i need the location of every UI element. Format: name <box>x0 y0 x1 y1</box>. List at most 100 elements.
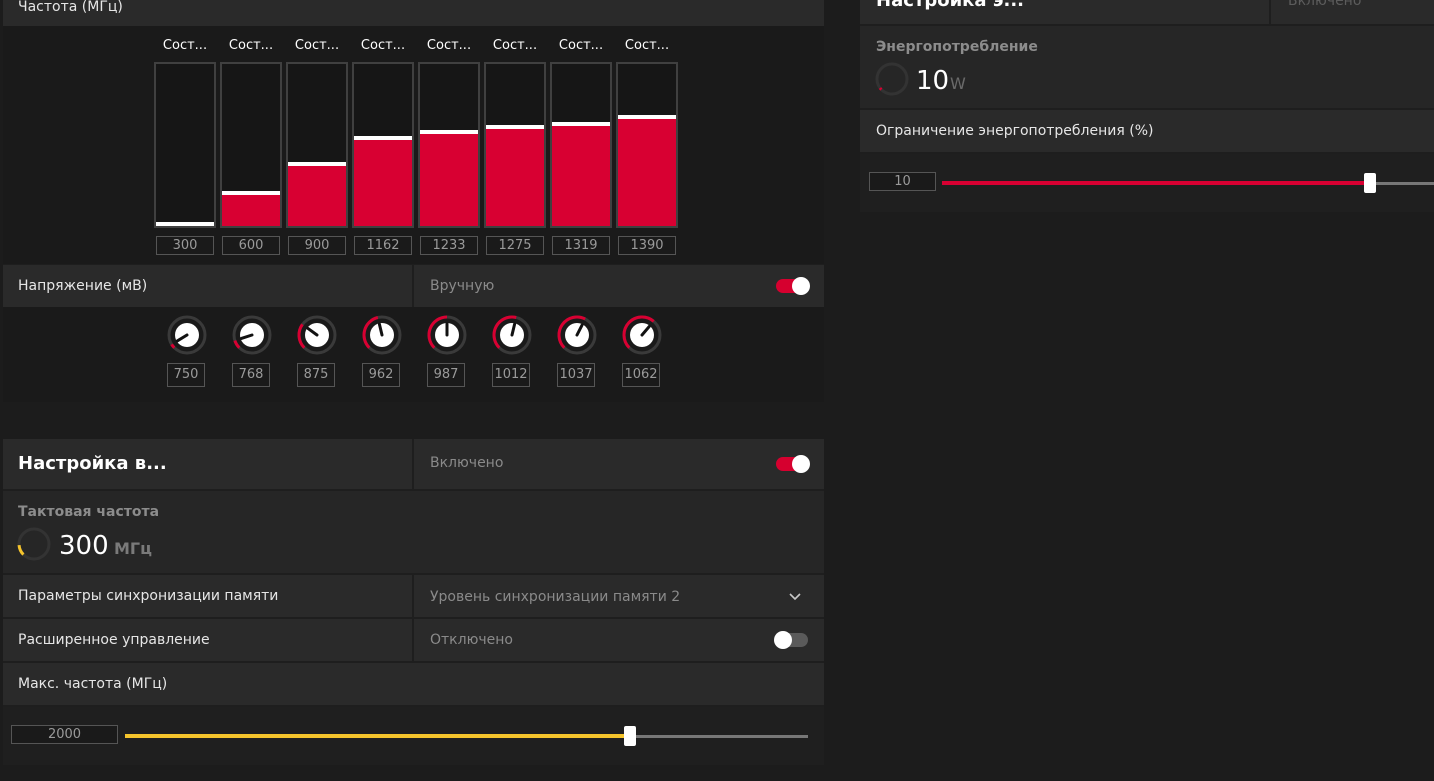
max-frequency-row: Макс. частота (МГц) <box>3 663 824 705</box>
state-label: Сост... <box>294 38 340 53</box>
state-value-input[interactable]: 1275 <box>486 236 544 255</box>
voltage-value-input[interactable]: 1037 <box>557 363 595 387</box>
state-bar-fill <box>486 125 544 226</box>
power-header-right: Включено <box>1271 0 1434 24</box>
power-title: Настройка э... <box>876 0 1024 11</box>
state-value-input[interactable]: 900 <box>288 236 346 255</box>
voltage-knob-0[interactable] <box>165 313 209 357</box>
state-label: Сост... <box>426 38 472 53</box>
voltage-mode: Вручную <box>430 278 495 294</box>
vram-tuning-panel: Настройка в... Включено Тактовая частота… <box>3 439 824 765</box>
voltage-knob-5[interactable] <box>490 313 534 357</box>
memory-timing-dropdown[interactable]: Уровень синхронизации памяти 2 <box>414 575 824 617</box>
state-label: Сост... <box>624 38 670 53</box>
voltage-knob-7[interactable] <box>620 313 664 357</box>
max-frequency-handle[interactable] <box>624 726 637 746</box>
max-frequency-fill <box>125 734 631 738</box>
state-bar-6[interactable] <box>550 62 612 228</box>
state-label: Сост... <box>492 38 538 53</box>
voltage-value-input[interactable]: 875 <box>297 363 335 387</box>
vram-clock-value: 300 <box>59 531 109 561</box>
voltage-knob-6[interactable] <box>555 313 599 357</box>
state-bar-fill <box>552 122 610 226</box>
power-limit-fill <box>942 181 1371 185</box>
state-bar-7[interactable] <box>616 62 678 228</box>
vram-header-right: Включено <box>414 439 824 489</box>
power-header-left: Настройка э... <box>860 0 1269 24</box>
advanced-control-status-row: Отключено <box>414 619 824 661</box>
power-limit-label: Ограничение энергопотребления (%) <box>876 123 1154 139</box>
state-value-input[interactable]: 1233 <box>420 236 478 255</box>
memory-timing-value: Уровень синхронизации памяти 2 <box>430 589 681 605</box>
power-limit-handle[interactable] <box>1364 173 1377 193</box>
voltage-value-input[interactable]: 1012 <box>492 363 530 387</box>
state-value-input[interactable]: 300 <box>156 236 214 255</box>
vram-status: Включено <box>430 455 504 471</box>
state-bar-fill <box>354 136 412 226</box>
power-usage-row: Энергопотребление 10 W <box>860 26 1434 108</box>
power-usage-gauge-icon <box>875 62 909 96</box>
state-label: Сост... <box>360 38 406 53</box>
vram-tuning-toggle[interactable] <box>776 455 810 473</box>
power-limit-slider-row: 10 <box>860 154 1434 212</box>
state-bar-5[interactable] <box>484 62 546 228</box>
state-bar-4[interactable] <box>418 62 480 228</box>
voltage-knob-1[interactable] <box>230 313 274 357</box>
state-bar-fill <box>288 162 346 226</box>
gpu-tuning-panel: Частота (МГц) Сост... 300 Сост... 600 Сост..… <box>3 0 824 402</box>
state-bar-0[interactable] <box>154 62 216 228</box>
vram-clock-gauge-icon <box>17 527 51 561</box>
voltage-manual-toggle[interactable] <box>776 277 810 295</box>
max-frequency-label: Макс. частота (МГц) <box>18 676 168 692</box>
max-frequency-slider-row: 2000 <box>3 707 824 765</box>
state-value-input[interactable]: 1390 <box>618 236 676 255</box>
state-bar-1[interactable] <box>220 62 282 228</box>
frequency-title: Частота (МГц) <box>18 0 123 15</box>
voltage-value-input[interactable]: 987 <box>427 363 465 387</box>
state-value-input[interactable]: 1319 <box>552 236 610 255</box>
voltage-label: Напряжение (мВ) <box>18 278 148 294</box>
power-limit-row: Ограничение энергопотребления (%) <box>860 110 1434 152</box>
state-label: Сост... <box>558 38 604 53</box>
power-usage-label: Энергопотребление <box>876 39 1038 55</box>
state-bar-fill <box>420 130 478 226</box>
memory-timing-label: Параметры синхронизации памяти <box>18 588 279 604</box>
voltage-value-input[interactable]: 1062 <box>622 363 660 387</box>
voltage-knob-2[interactable] <box>295 313 339 357</box>
max-frequency-input[interactable]: 2000 <box>11 725 118 744</box>
advanced-control-status: Отключено <box>430 632 513 648</box>
vram-title: Настройка в... <box>18 453 167 474</box>
voltage-value-input[interactable]: 750 <box>167 363 205 387</box>
voltage-value-input[interactable]: 962 <box>362 363 400 387</box>
voltage-knobs: 750 768 875 962 987 1012 1037 1062 <box>3 307 824 402</box>
power-tuning-panel: Настройка э... Включено Энергопотреблени… <box>860 0 1434 212</box>
state-bar-3[interactable] <box>352 62 414 228</box>
advanced-control-label: Расширенное управление <box>18 632 210 648</box>
vram-header-left: Настройка в... <box>3 439 412 489</box>
chevron-down-icon[interactable] <box>788 589 802 603</box>
state-bar-fill <box>156 222 214 226</box>
voltage-knob-3[interactable] <box>360 313 404 357</box>
voltage-value-input[interactable]: 768 <box>232 363 270 387</box>
state-bar-fill <box>618 115 676 226</box>
voltage-mode-row: Вручную <box>414 265 824 307</box>
frequency-states: Сост... 300 Сост... 600 Сост... 900 Сост... 116… <box>3 26 824 264</box>
frequency-header: Частота (МГц) <box>3 0 824 26</box>
power-usage-value: 10 <box>916 66 950 96</box>
state-value-input[interactable]: 600 <box>222 236 280 255</box>
power-limit-input[interactable]: 10 <box>869 172 936 191</box>
vram-clock-unit: МГц <box>114 539 152 558</box>
state-value-input[interactable]: 1162 <box>354 236 412 255</box>
voltage-row: Напряжение (мВ) <box>3 265 412 307</box>
power-status: Включено <box>1288 0 1362 9</box>
memory-timing-row: Параметры синхронизации памяти <box>3 575 412 617</box>
voltage-knob-4[interactable] <box>425 313 469 357</box>
state-bar-fill <box>222 191 280 226</box>
vram-clock-row: Тактовая частота 300 МГц <box>3 491 824 573</box>
state-bar-2[interactable] <box>286 62 348 228</box>
advanced-control-toggle[interactable] <box>774 631 808 649</box>
power-usage-unit: W <box>950 74 966 93</box>
vram-clock-label: Тактовая частота <box>18 504 160 520</box>
state-label: Сост... <box>162 38 208 53</box>
advanced-control-row: Расширенное управление <box>3 619 412 661</box>
